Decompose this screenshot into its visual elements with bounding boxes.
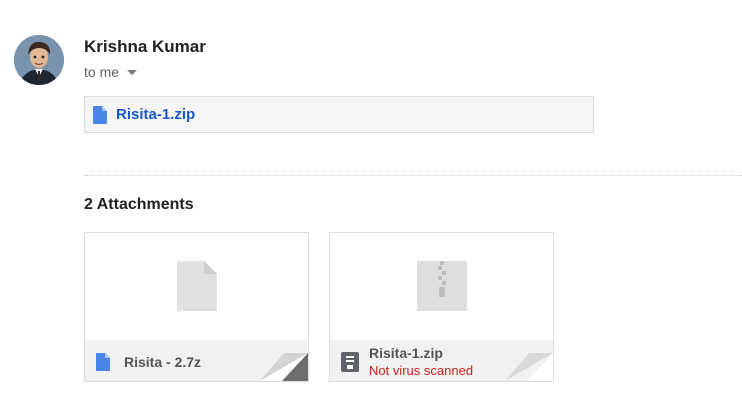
attachment-name: Risita - 2.7z bbox=[124, 353, 202, 370]
attachment-card[interactable]: Risita - 2.7z bbox=[84, 232, 309, 382]
archive-icon bbox=[341, 351, 359, 372]
page-fold-corner-icon bbox=[260, 353, 308, 381]
attachment-name: Risita-1.zip bbox=[369, 345, 443, 361]
attachment-meta: Risita-1.zip Not virus scanned bbox=[369, 345, 473, 378]
attachments-heading: 2 Attachments bbox=[84, 196, 194, 213]
page-fold-corner-icon bbox=[505, 353, 553, 381]
email-message: Krishna Kumar to me Risita-1.zip 2 Attac… bbox=[0, 0, 742, 418]
doc-file-icon bbox=[93, 105, 107, 124]
file-icon bbox=[176, 261, 217, 311]
inline-attachment-link[interactable]: Risita-1.zip bbox=[84, 96, 594, 133]
person-avatar-icon bbox=[14, 35, 64, 85]
zip-file-icon bbox=[416, 261, 467, 311]
doc-file-icon bbox=[96, 352, 110, 371]
attachment-card[interactable]: Risita-1.zip Not virus scanned bbox=[329, 232, 554, 382]
attachment-preview bbox=[85, 233, 308, 339]
attachment-preview bbox=[330, 233, 553, 339]
virus-scan-warning: Not virus scanned bbox=[369, 363, 474, 378]
recipient-details-toggle[interactable]: to me bbox=[84, 64, 138, 80]
recipient-label: to me bbox=[84, 64, 120, 80]
section-divider bbox=[84, 175, 742, 176]
inline-attachment-name: Risita-1.zip bbox=[116, 106, 196, 123]
chevron-down-icon bbox=[127, 69, 138, 75]
sender-name: Krishna Kumar bbox=[84, 37, 206, 56]
sender-avatar[interactable] bbox=[14, 35, 64, 85]
